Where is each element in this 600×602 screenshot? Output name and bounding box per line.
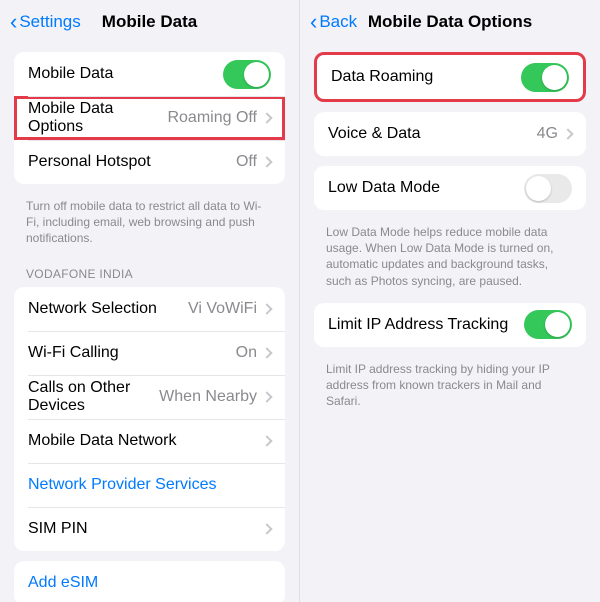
row-network-selection[interactable]: Network Selection Vi VoWiFi <box>14 287 285 331</box>
settings-mobile-data-pane: ‹ Settings Mobile Data Mobile Data Mobil… <box>0 0 300 602</box>
group-limit-ip: Limit IP Address Tracking <box>314 303 586 347</box>
label: Network Provider Services <box>28 476 271 494</box>
group-low-data: Low Data Mode <box>314 166 586 210</box>
label: Low Data Mode <box>328 179 524 197</box>
label: Calls on Other Devices <box>28 379 159 415</box>
row-calls-other-devices[interactable]: Calls on Other Devices When Nearby <box>14 375 285 419</box>
toggle-knob <box>542 65 567 90</box>
mobile-data-options-pane: ‹ Back Mobile Data Options Data Roaming … <box>300 0 600 602</box>
row-mobile-data[interactable]: Mobile Data <box>14 52 285 96</box>
row-add-esim[interactable]: Add eSIM <box>14 561 285 602</box>
row-network-provider-services[interactable]: Network Provider Services <box>14 463 285 507</box>
value: Roaming Off <box>167 109 257 127</box>
value: When Nearby <box>159 388 257 406</box>
toggle-limit-ip[interactable] <box>524 310 572 339</box>
content-scroll: Data Roaming Voice & Data 4G Low Data Mo… <box>300 44 600 602</box>
label: Network Selection <box>28 300 188 318</box>
footer-low-data: Low Data Mode helps reduce mobile data u… <box>300 220 600 303</box>
chevron-left-icon: ‹ <box>310 11 317 33</box>
toggle-mobile-data[interactable] <box>223 60 271 89</box>
value: 4G <box>537 125 558 143</box>
chevron-left-icon: ‹ <box>10 11 17 33</box>
label: Wi-Fi Calling <box>28 344 236 362</box>
toggle-low-data[interactable] <box>524 174 572 203</box>
chevron-right-icon <box>261 435 272 446</box>
chevron-right-icon <box>261 347 272 358</box>
row-personal-hotspot[interactable]: Personal Hotspot Off <box>14 140 285 184</box>
group-main: Mobile Data Mobile Data Options Roaming … <box>14 52 285 184</box>
row-low-data-mode[interactable]: Low Data Mode <box>314 166 586 210</box>
row-wifi-calling[interactable]: Wi-Fi Calling On <box>14 331 285 375</box>
label: Data Roaming <box>331 68 521 86</box>
back-button[interactable]: ‹ Settings <box>10 11 81 33</box>
nav-bar: ‹ Settings Mobile Data <box>0 0 299 44</box>
group-vodafone: Network Selection Vi VoWiFi Wi-Fi Callin… <box>14 287 285 551</box>
footer-limit-ip: Limit IP address tracking by hiding your… <box>300 357 600 424</box>
group-esim: Add eSIM <box>14 561 285 602</box>
label: SIM PIN <box>28 520 263 538</box>
label: Voice & Data <box>328 125 537 143</box>
content-scroll: Mobile Data Mobile Data Options Roaming … <box>0 44 299 602</box>
label: Mobile Data <box>28 65 223 83</box>
chevron-right-icon <box>261 303 272 314</box>
footer-text: Turn off mobile data to restrict all dat… <box>0 194 299 261</box>
row-voice-data[interactable]: Voice & Data 4G <box>314 112 586 156</box>
label: Add eSIM <box>28 574 271 592</box>
chevron-right-icon <box>261 156 272 167</box>
value: Off <box>236 153 257 171</box>
row-data-roaming[interactable]: Data Roaming <box>317 55 583 99</box>
label: Mobile Data Network <box>28 432 263 450</box>
chevron-right-icon <box>562 128 573 139</box>
group-data-roaming: Data Roaming <box>314 52 586 102</box>
row-limit-ip-tracking[interactable]: Limit IP Address Tracking <box>314 303 586 347</box>
back-label: Back <box>319 12 357 32</box>
row-mobile-data-network[interactable]: Mobile Data Network <box>14 419 285 463</box>
toggle-knob <box>545 312 570 337</box>
back-button[interactable]: ‹ Back <box>310 11 357 33</box>
value: On <box>236 344 257 362</box>
nav-bar: ‹ Back Mobile Data Options <box>300 0 600 44</box>
chevron-right-icon <box>261 391 272 402</box>
row-sim-pin[interactable]: SIM PIN <box>14 507 285 551</box>
label: Limit IP Address Tracking <box>328 316 524 334</box>
toggle-knob <box>526 176 551 201</box>
group-voice-data: Voice & Data 4G <box>314 112 586 156</box>
value: Vi VoWiFi <box>188 300 257 318</box>
chevron-right-icon <box>261 112 272 123</box>
label: Personal Hotspot <box>28 153 236 171</box>
chevron-right-icon <box>261 523 272 534</box>
label: Mobile Data Options <box>28 100 167 136</box>
row-mobile-data-options[interactable]: Mobile Data Options Roaming Off <box>14 96 285 140</box>
toggle-data-roaming[interactable] <box>521 63 569 92</box>
section-header-vodafone: VODAFONE INDIA <box>0 261 299 287</box>
toggle-knob <box>244 62 269 87</box>
back-label: Settings <box>19 12 80 32</box>
